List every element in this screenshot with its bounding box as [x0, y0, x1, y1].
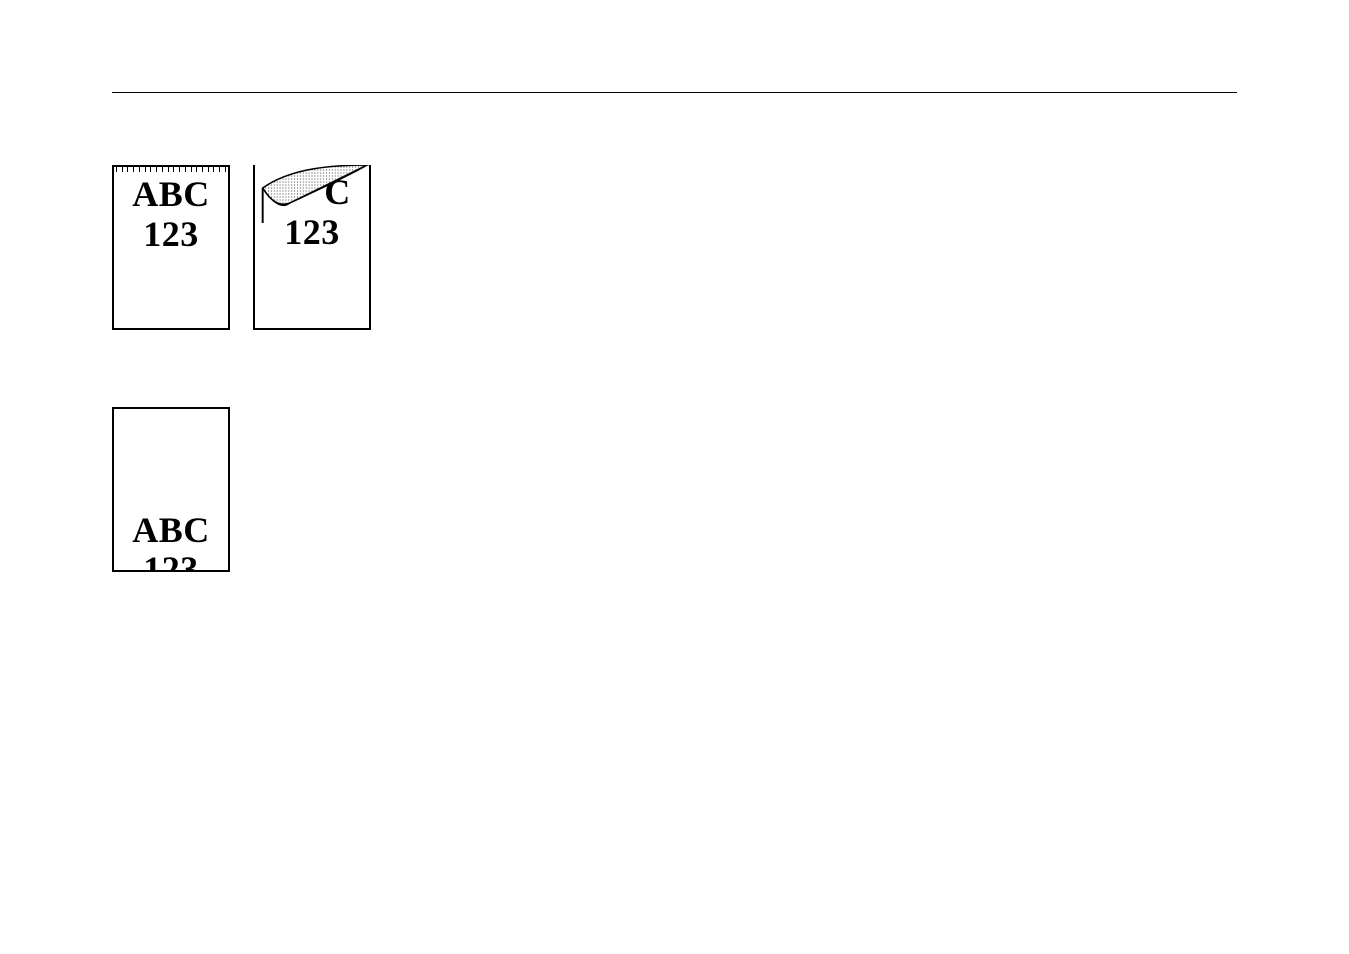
diagram1-text: ABC 123 [114, 175, 228, 254]
diagram3-line2: 123 [114, 550, 228, 572]
diagram-notepad-peeled: ABC 123 [253, 165, 371, 330]
diagram-notepad-full: ABC 123 [112, 165, 230, 330]
diagram3-text: ABC 123 [114, 511, 228, 572]
perforation-icon [114, 167, 228, 173]
diagram1-line1: ABC [114, 175, 228, 215]
horizontal-rule [112, 92, 1237, 93]
diagram3-line1: ABC [114, 511, 228, 551]
diagram1-line2: 123 [114, 215, 228, 255]
page: ABC 123 ABC 123 [0, 0, 1349, 954]
page-fold-icon [253, 165, 371, 223]
diagram-notepad-shifted: ABC 123 [112, 407, 230, 572]
